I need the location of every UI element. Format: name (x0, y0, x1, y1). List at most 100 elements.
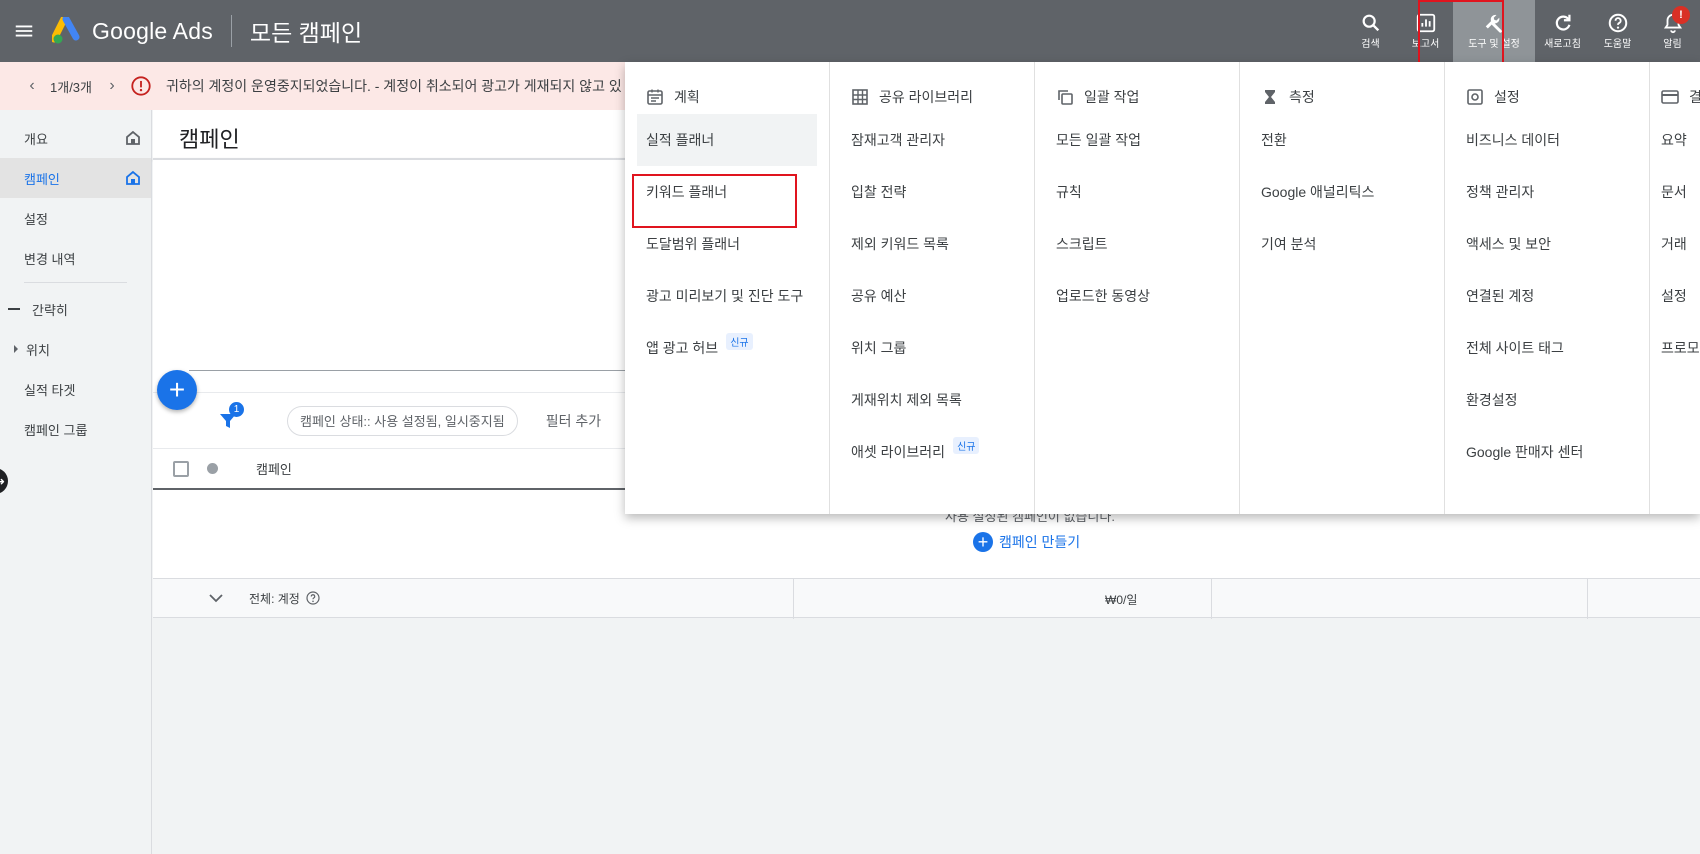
menu-item-preferences[interactable]: 환경설정 (1457, 374, 1637, 426)
menu-item-access-and-security[interactable]: 액세스 및 보안 (1457, 218, 1637, 270)
reports-button-label: 보고서 (1411, 39, 1440, 50)
menu-item-promotions[interactable]: 프로모 (1650, 322, 1700, 374)
sidebar-item-label: 캠페인 그룹 (24, 422, 88, 438)
menu-header-setup: 설정 (1445, 80, 1649, 114)
menu-item-policy-manager[interactable]: 정책 관리자 (1457, 166, 1637, 218)
alert-prev-button[interactable]: ‹ (22, 77, 42, 95)
tools-and-settings-button[interactable]: 도구 및 설정 (1453, 0, 1535, 62)
sidebar-item-label: 개요 (24, 131, 48, 147)
sidebar-item-locations[interactable]: 위치 (0, 329, 151, 369)
menu-item-label: 기여 분석 (1261, 236, 1317, 252)
menu-item-label: 공유 예산 (851, 288, 907, 304)
menu-item-billing-documents[interactable]: 문서 (1650, 166, 1700, 218)
filter-button[interactable]: 1 (219, 401, 244, 430)
campaign-status-filter-chip[interactable]: 캠페인 상태:: 사용 설정됨, 일시중지됨 (287, 405, 518, 436)
menu-header-label: 설정 (1494, 89, 1520, 105)
create-campaign-label: 캠페인 만들기 (999, 534, 1081, 550)
help-button-label: 도움말 (1603, 39, 1632, 50)
menu-item-global-site-tag[interactable]: 전체 사이트 태그 (1457, 322, 1637, 374)
menu-item-google-merchant-center[interactable]: Google 판매자 센터 (1457, 426, 1637, 478)
menu-item-label: 위치 그룹 (851, 340, 907, 356)
expand-arrow-icon (14, 345, 18, 353)
menu-item-keyword-planner[interactable]: 키워드 플래너 (637, 166, 817, 218)
search-button-label: 검색 (1361, 39, 1380, 50)
menu-item-all-bulk-actions[interactable]: 모든 일괄 작업 (1047, 114, 1227, 166)
add-filter-button[interactable]: 필터 추가 (546, 411, 601, 431)
create-campaign-link[interactable]: + 캠페인 만들기 (973, 532, 1080, 552)
menu-header-label: 결 (1689, 89, 1700, 105)
refresh-button[interactable]: 새로고침 (1535, 0, 1590, 62)
menu-header-label: 일괄 작업 (1084, 89, 1140, 105)
bulk-copy-icon (1058, 90, 1073, 105)
menu-item-business-data[interactable]: 비즈니스 데이터 (1457, 114, 1637, 166)
header-divider (230, 15, 232, 47)
sidebar-item-overview[interactable]: 개요 (0, 118, 151, 158)
menu-item-bid-strategies[interactable]: 입찰 전략 (842, 166, 1022, 218)
top-app-bar: Google Ads 모든 캠페인 검색 보고서 도구 및 설정 새로고침 도움… (0, 0, 1700, 62)
tools-and-settings-menu: 계획 실적 플래너 키워드 플래너 도달범위 플래너 광고 미리보기 및 진단 … (625, 62, 1700, 514)
menu-column-setup: 설정 비즈니스 데이터 정책 관리자 액세스 및 보안 연결된 계정 전체 사이… (1445, 62, 1650, 514)
totals-row: 전체: 계정 ₩0/일 (153, 578, 1700, 619)
menu-column-billing: 결 요약 문서 거래 설정 프로모 (1650, 62, 1700, 514)
menu-item-label: 비즈니스 데이터 (1466, 132, 1561, 148)
menu-item-label: Google 애널리틱스 (1261, 184, 1375, 200)
filter-count-badge: 1 (229, 401, 244, 417)
chevron-down-icon[interactable] (209, 591, 223, 605)
menu-item-uploaded-videos[interactable]: 업로드한 동영상 (1047, 270, 1227, 322)
menu-item-ad-preview-diagnosis[interactable]: 광고 미리보기 및 진단 도구 (637, 270, 817, 322)
menu-item-billing-settings[interactable]: 설정 (1650, 270, 1700, 322)
select-all-checkbox[interactable] (173, 460, 189, 477)
menu-item-label: 요약 (1661, 132, 1687, 148)
menu-item-label: 모든 일괄 작업 (1056, 132, 1142, 148)
sidebar-collapse-toggle[interactable]: 간략히 (0, 289, 151, 329)
menu-item-placement-exclusion-lists[interactable]: 게재위치 제외 목록 (842, 374, 1022, 426)
menu-item-negative-keyword-lists[interactable]: 제외 키워드 목록 (842, 218, 1022, 270)
hamburger-menu-button[interactable] (0, 0, 48, 62)
column-divider (793, 579, 794, 619)
menu-item-label: 게재위치 제외 목록 (851, 392, 962, 408)
sidebar-item-performance-targets[interactable]: 실적 타겟 (0, 369, 151, 409)
sidebar-item-label: 위치 (26, 342, 50, 358)
menu-item-billing-summary[interactable]: 요약 (1650, 114, 1700, 166)
menu-item-label: 애셋 라이브러리 (851, 444, 946, 460)
error-icon (131, 76, 151, 96)
menu-item-rules[interactable]: 규칙 (1047, 166, 1227, 218)
menu-item-attribution[interactable]: 기여 분석 (1252, 218, 1432, 270)
menu-item-label: 규칙 (1056, 184, 1082, 200)
page-title: 캠페인 (179, 127, 240, 152)
collapse-icon (8, 308, 20, 310)
sidebar-item-settings[interactable]: 설정 (0, 198, 151, 238)
new-campaign-fab[interactable]: + (157, 370, 197, 410)
menu-item-label: 업로드한 동영상 (1056, 288, 1151, 304)
menu-item-asset-library[interactable]: 애셋 라이브러리 신규 (842, 426, 1022, 478)
menu-item-scripts[interactable]: 스크립트 (1047, 218, 1227, 270)
menu-item-audience-manager[interactable]: 잠재고객 관리자 (842, 114, 1022, 166)
sidebar-item-label: 설정 (24, 211, 48, 227)
notifications-button[interactable]: 알림 ! (1645, 0, 1700, 62)
menu-item-label: 키워드 플래너 (646, 184, 728, 200)
reports-button[interactable]: 보고서 (1398, 0, 1453, 62)
menu-item-transactions[interactable]: 거래 (1650, 218, 1700, 270)
google-ads-logo[interactable]: Google Ads (52, 17, 213, 45)
sidebar-item-campaigns[interactable]: 캠페인 (0, 158, 151, 198)
menu-item-location-groups[interactable]: 위치 그룹 (842, 322, 1022, 374)
sidebar-item-change-history[interactable]: 변경 내역 (0, 238, 151, 278)
menu-item-shared-budgets[interactable]: 공유 예산 (842, 270, 1022, 322)
menu-item-reach-planner[interactable]: 도달범위 플래너 (637, 218, 817, 270)
menu-item-performance-planner[interactable]: 실적 플래너 (637, 114, 817, 166)
sidebar-item-campaign-groups[interactable]: 캠페인 그룹 (0, 409, 151, 449)
wrench-icon (1485, 14, 1502, 33)
menu-item-google-analytics[interactable]: Google 애널리틱스 (1252, 166, 1432, 218)
help-button[interactable]: 도움말 (1590, 0, 1645, 62)
alert-next-button[interactable]: › (102, 77, 122, 95)
search-button[interactable]: 검색 (1343, 0, 1398, 62)
menu-item-app-advertising-hub[interactable]: 앱 광고 허브 신규 (637, 322, 817, 374)
column-header-campaign[interactable]: 캠페인 (256, 459, 292, 478)
menu-item-label: 전체 사이트 태그 (1466, 340, 1564, 356)
help-circle-icon[interactable] (306, 591, 320, 605)
add-circle-icon: + (973, 532, 993, 552)
sidebar-item-label: 변경 내역 (24, 251, 76, 267)
menu-item-linked-accounts[interactable]: 연결된 계정 (1457, 270, 1637, 322)
menu-header-billing: 결 (1650, 80, 1700, 114)
menu-item-conversions[interactable]: 전환 (1252, 114, 1432, 166)
